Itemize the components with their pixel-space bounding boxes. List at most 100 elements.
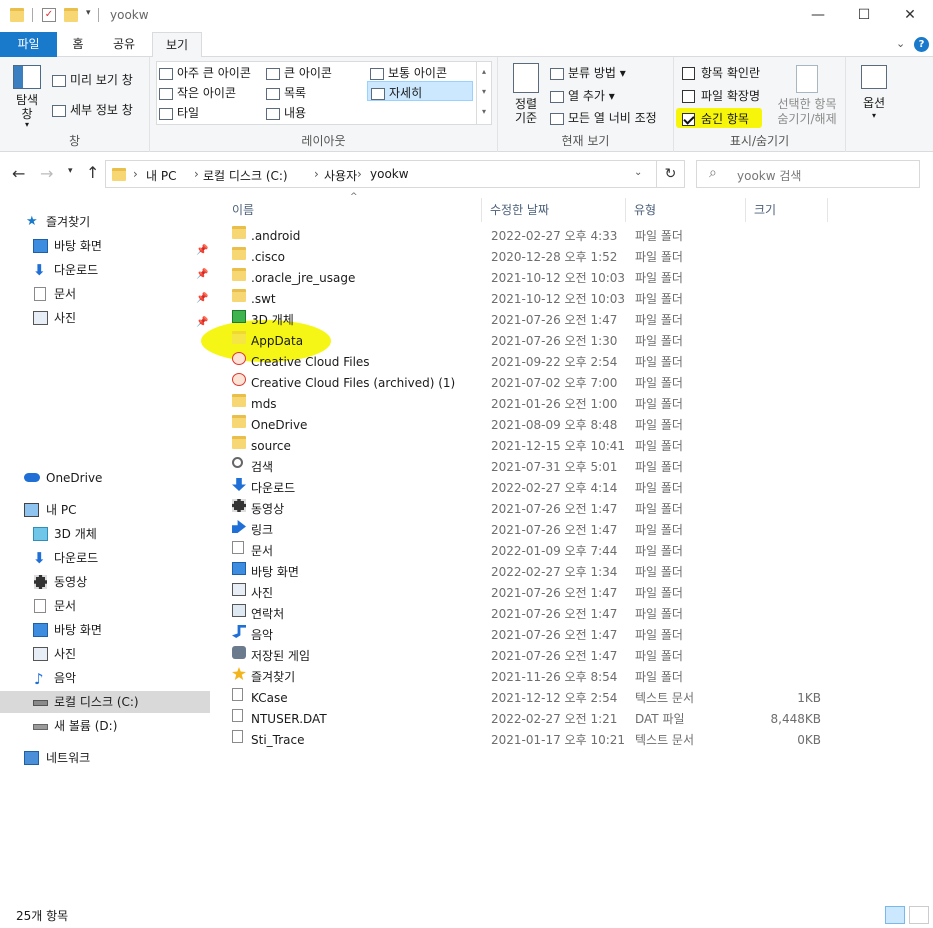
table-row[interactable]: 3D 개체 2021-07-26 오전 1:47 파일 폴더	[228, 310, 828, 331]
minimize-button[interactable]: —	[795, 0, 841, 30]
breadcrumb-this-pc[interactable]: 내 PC	[146, 167, 176, 184]
breadcrumb-arrow[interactable]: ›	[357, 167, 362, 181]
layout-large-icons[interactable]: 큰 아이콘	[266, 64, 332, 81]
navigation-pane-button[interactable]: 탐색 창 ▾	[10, 65, 44, 129]
hide-selected-button[interactable]: 선택한 항목 숨기기/해제	[772, 65, 842, 127]
layout-extra-large-icons[interactable]: 아주 큰 아이콘	[159, 64, 251, 81]
item-check-boxes[interactable]: 항목 확인란	[682, 64, 760, 81]
gallery-scrollbar[interactable]: ▴ ▾ ▾	[476, 62, 491, 124]
breadcrumb-arrow[interactable]: ›	[133, 167, 138, 181]
back-icon[interactable]: ←	[12, 164, 25, 183]
new-folder-icon[interactable]	[64, 8, 78, 22]
checkbox[interactable]	[682, 67, 695, 80]
table-row[interactable]: 검색 2021-07-31 오후 5:01 파일 폴더	[228, 457, 828, 478]
nav-pc-desktop[interactable]: 바탕 화면	[0, 619, 210, 641]
table-row[interactable]: source 2021-12-15 오후 10:41 파일 폴더	[228, 436, 828, 457]
table-row[interactable]: mds 2021-01-26 오전 1:00 파일 폴더	[228, 394, 828, 415]
table-row[interactable]: OneDrive 2021-08-09 오후 8:48 파일 폴더	[228, 415, 828, 436]
group-by-button[interactable]: 분류 방법 ▾	[550, 64, 626, 81]
help-icon[interactable]: ?	[914, 37, 929, 52]
table-row[interactable]: KCase 2021-12-12 오후 2:54 텍스트 문서 1KB	[228, 688, 828, 709]
column-header-name[interactable]: 이름	[226, 198, 482, 222]
table-row[interactable]: 사진 2021-07-26 오전 1:47 파일 폴더	[228, 583, 828, 604]
table-row[interactable]: 링크 2021-07-26 오전 1:47 파일 폴더	[228, 520, 828, 541]
table-row[interactable]: Sti_Trace 2021-01-17 오후 10:21 텍스트 문서 0KB	[228, 730, 828, 751]
nav-pc-videos[interactable]: 동영상	[0, 571, 210, 593]
table-row[interactable]: .oracle_jre_usage 2021-10-12 오전 10:03 파일 폴…	[228, 268, 828, 289]
options-button[interactable]: 옵션 ▾	[856, 65, 892, 120]
pin-icon[interactable]: 📌	[196, 312, 208, 334]
nav-this-pc[interactable]: 내 PC	[0, 499, 210, 521]
layout-details[interactable]: 자세히	[367, 81, 473, 101]
layout-medium-icons[interactable]: 보통 아이콘	[370, 64, 447, 81]
nav-network[interactable]: 네트워크	[0, 747, 210, 769]
file-name-extensions[interactable]: 파일 확장명	[682, 87, 760, 104]
tab-file[interactable]: 파일	[0, 32, 57, 57]
layout-list[interactable]: 목록	[266, 84, 306, 101]
layout-content[interactable]: 내용	[266, 104, 306, 121]
breadcrumb-arrow[interactable]: ›	[194, 167, 199, 181]
customize-toolbar-icon[interactable]: ▾	[86, 8, 91, 18]
tab-share[interactable]: 공유	[100, 32, 148, 57]
breadcrumb-local-disk[interactable]: 로컬 디스크 (C:)	[203, 167, 288, 184]
table-row[interactable]: 문서 2022-01-09 오후 7:44 파일 폴더	[228, 541, 828, 562]
table-row[interactable]: 동영상 2021-07-26 오전 1:47 파일 폴더	[228, 499, 828, 520]
up-icon[interactable]: ↑	[86, 163, 99, 182]
search-input[interactable]: yookw 검색	[737, 167, 801, 184]
add-columns-button[interactable]: 열 추가 ▾	[550, 87, 615, 104]
table-row[interactable]: Creative Cloud Files 2021-09-22 오후 2:54 파일…	[228, 352, 828, 373]
table-row[interactable]: 즐겨찾기 2021-11-26 오후 8:54 파일 폴더	[228, 667, 828, 688]
nav-quick-desktop[interactable]: 바탕 화면 📌	[0, 235, 210, 257]
nav-onedrive[interactable]: OneDrive	[0, 467, 210, 489]
breadcrumb-yookw[interactable]: yookw	[370, 167, 409, 181]
size-all-columns-button[interactable]: 모든 열 너비 조정	[550, 109, 657, 126]
search-box[interactable]: ⌕ yookw 검색	[696, 160, 920, 188]
nav-pc-downloads[interactable]: ⬇ 다운로드	[0, 547, 210, 569]
nav-pc-pictures[interactable]: 사진	[0, 643, 210, 665]
table-row[interactable]: .cisco 2020-12-28 오후 1:52 파일 폴더	[228, 247, 828, 268]
large-icons-view-icon[interactable]	[909, 906, 929, 924]
column-header-date[interactable]: 수정한 날짜	[484, 198, 626, 222]
nav-quick-access[interactable]: ★ 즐겨찾기	[0, 211, 210, 233]
column-header-size[interactable]: 크기	[748, 198, 828, 222]
nav-pc-music[interactable]: ♪ 음악	[0, 667, 210, 689]
refresh-icon[interactable]: ↻	[656, 161, 684, 187]
layout-tiles[interactable]: 타일	[159, 104, 199, 121]
table-row[interactable]: .swt 2021-10-12 오전 10:03 파일 폴더	[228, 289, 828, 310]
details-view-icon[interactable]	[885, 906, 905, 924]
details-pane-button[interactable]: 세부 정보 창	[52, 101, 133, 118]
breadcrumb-arrow[interactable]: ›	[314, 167, 319, 181]
address-input[interactable]: › 내 PC › 로컬 디스크 (C:) › 사용자 › yookw ⌄ ↻	[105, 160, 685, 188]
nav-pc-3d-objects[interactable]: 3D 개체	[0, 523, 210, 545]
forward-icon[interactable]: →	[40, 164, 53, 183]
nav-pc-local-disk[interactable]: 로컬 디스크 (C:)	[0, 691, 210, 713]
preview-pane-button[interactable]: 미리 보기 창	[52, 71, 133, 88]
checkbox[interactable]	[682, 90, 695, 103]
table-row[interactable]: 다운로드 2022-02-27 오후 4:14 파일 폴더	[228, 478, 828, 499]
nav-pc-new-volume[interactable]: 새 볼륨 (D:)	[0, 715, 210, 737]
breadcrumb-users[interactable]: 사용자	[324, 167, 357, 184]
table-row[interactable]: NTUSER.DAT 2022-02-27 오전 1:21 DAT 파일 8,448K…	[228, 709, 828, 730]
table-row[interactable]: 바탕 화면 2022-02-27 오후 1:34 파일 폴더	[228, 562, 828, 583]
table-row[interactable]: Creative Cloud Files (archived) (1) 2021-…	[228, 373, 828, 394]
tab-view[interactable]: 보기	[152, 32, 202, 58]
nav-quick-documents[interactable]: 문서 📌	[0, 283, 210, 305]
checkbox-checked[interactable]	[682, 113, 695, 126]
table-row[interactable]: .android 2022-02-27 오후 4:33 파일 폴더	[228, 226, 828, 247]
properties-icon[interactable]: ✓	[42, 8, 56, 22]
close-button[interactable]: ✕	[887, 0, 933, 30]
table-row[interactable]: 음악 2021-07-26 오전 1:47 파일 폴더	[228, 625, 828, 646]
maximize-button[interactable]: ☐	[841, 0, 887, 30]
nav-pc-documents[interactable]: 문서	[0, 595, 210, 617]
nav-quick-downloads[interactable]: ⬇ 다운로드 📌	[0, 259, 210, 281]
tab-home[interactable]: 홈	[60, 32, 96, 57]
table-row[interactable]: 저장된 게임 2021-07-26 오전 1:47 파일 폴더	[228, 646, 828, 667]
column-header-type[interactable]: 유형	[628, 198, 746, 222]
hidden-items[interactable]: 숨긴 항목	[682, 110, 749, 127]
recent-locations-icon[interactable]: ▾	[68, 166, 73, 176]
sort-by-button[interactable]: 정렬 기준	[506, 63, 546, 125]
nav-quick-pictures[interactable]: 사진 📌	[0, 307, 210, 329]
chevron-down-icon[interactable]: ⌄	[896, 37, 905, 50]
table-row[interactable]: AppData 2021-07-26 오전 1:30 파일 폴더	[228, 331, 828, 352]
chevron-down-icon[interactable]: ⌄	[634, 167, 642, 178]
